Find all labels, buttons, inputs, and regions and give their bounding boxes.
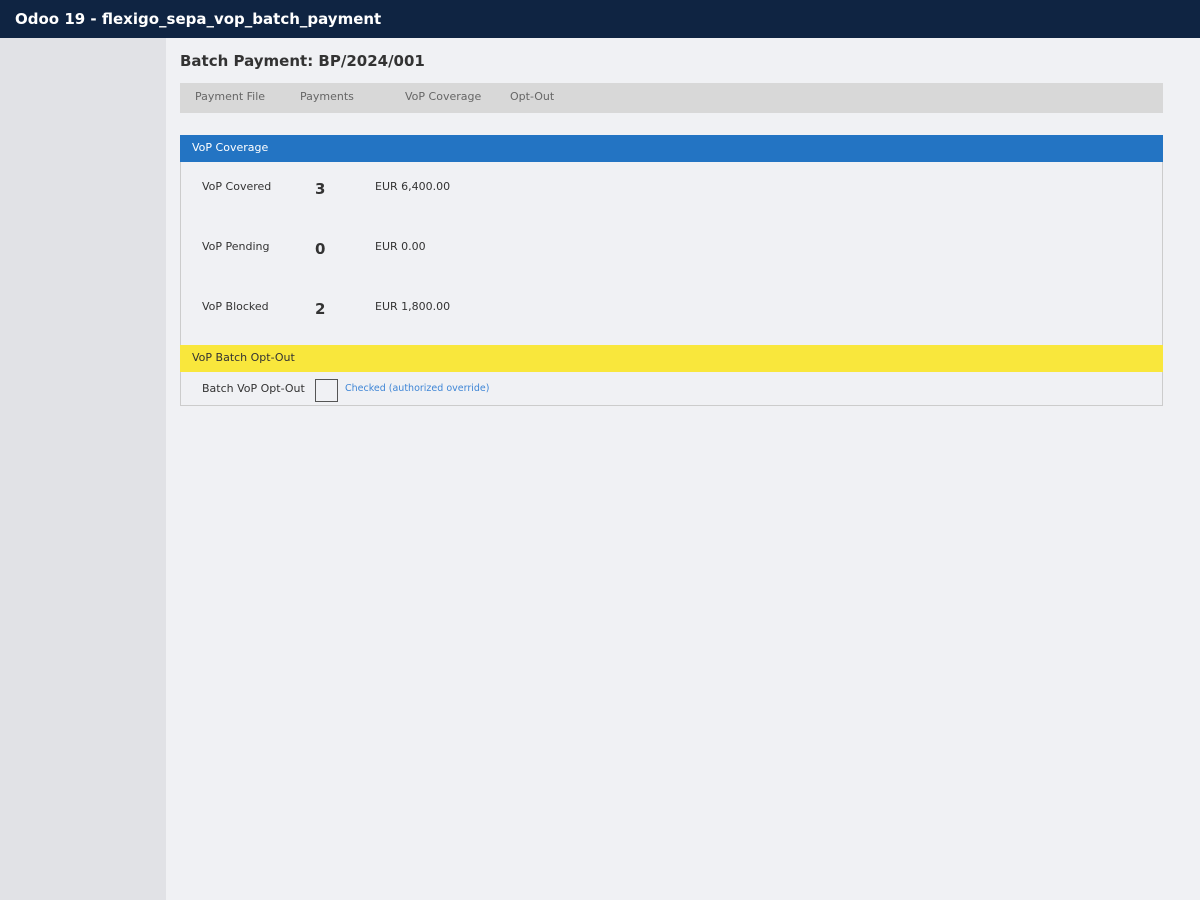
app-title-bar: Odoo 19 - flexigo_sepa_vop_batch_payment — [0, 0, 1200, 38]
app-title: Odoo 19 - flexigo_sepa_vop_batch_payment — [15, 10, 382, 28]
covered-count: 3 — [315, 180, 326, 198]
pending-label: VoP Pending — [202, 240, 270, 253]
blocked-label: VoP Blocked — [202, 300, 269, 313]
pending-amount: EUR 0.00 — [375, 240, 426, 253]
optout-label: Batch VoP Opt-Out — [202, 382, 305, 395]
blocked-count: 2 — [315, 300, 326, 318]
pending-count: 0 — [315, 240, 326, 258]
tab-vop-coverage[interactable]: VoP Coverage — [405, 83, 481, 113]
tab-payments[interactable]: Payments — [300, 83, 354, 113]
covered-label: VoP Covered — [202, 180, 272, 193]
optout-note: Checked (authorized override) — [345, 383, 490, 394]
vop-coverage-header: VoP Coverage — [180, 135, 1163, 162]
optout-checkbox[interactable] — [315, 379, 338, 402]
page-title: Batch Payment: BP/2024/001 — [180, 52, 425, 70]
vop-panel: VoP Coverage VoP Covered 3 EUR 6,400.00 … — [180, 135, 1163, 406]
tab-opt-out[interactable]: Opt-Out — [510, 83, 554, 113]
blocked-amount: EUR 1,800.00 — [375, 300, 451, 313]
tab-bar: Payment File Payments VoP Coverage Opt-O… — [180, 83, 1163, 113]
main-content: Batch Payment: BP/2024/001 Payment File … — [166, 38, 1200, 900]
covered-amount: EUR 6,400.00 — [375, 180, 451, 193]
tab-payment-file[interactable]: Payment File — [195, 83, 265, 113]
sidebar — [0, 38, 166, 900]
vop-optout-header: VoP Batch Opt-Out — [180, 345, 1163, 372]
